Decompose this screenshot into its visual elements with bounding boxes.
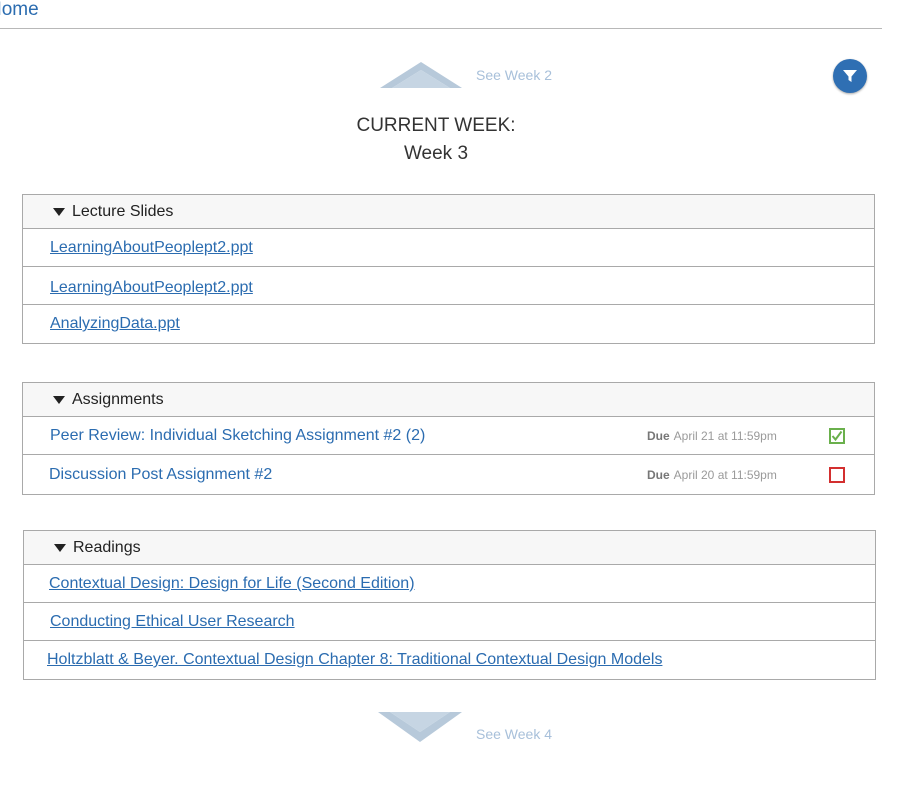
slide-link[interactable]: AnalyzingData.ppt bbox=[50, 315, 180, 333]
list-item: Holtzblatt & Beyer. Contextual Design Ch… bbox=[24, 641, 875, 679]
current-week-name: Week 3 bbox=[403, 143, 469, 164]
assignment-link[interactable]: Peer Review: Individual Sketching Assign… bbox=[50, 427, 425, 445]
lecture-slides-header[interactable]: Lecture Slides bbox=[23, 195, 874, 229]
assignment-link[interactable]: Discussion Post Assignment #2 bbox=[49, 466, 272, 484]
due-date: Due April 21 at 11:59pm bbox=[647, 429, 777, 443]
top-divider bbox=[0, 28, 882, 29]
assignments-section: Assignments Peer Review: Individual Sket… bbox=[22, 382, 875, 495]
due-prefix: Due bbox=[647, 429, 670, 443]
course-week-page: Home See Week 2 CURRENT WEEK: Week 3 Lec… bbox=[0, 0, 906, 804]
list-item: Conducting Ethical User Research bbox=[24, 603, 875, 641]
lecture-slides-section: Lecture Slides LearningAboutPeoplept2.pp… bbox=[22, 194, 875, 344]
triangle-down-icon bbox=[53, 395, 65, 404]
next-week-button[interactable]: See Week 4 bbox=[378, 710, 552, 744]
slide-link[interactable]: LearningAboutPeoplept2.ppt bbox=[50, 239, 253, 257]
slide-link[interactable]: LearningAboutPeoplept2.ppt bbox=[50, 279, 253, 297]
checkbox-checked-icon bbox=[831, 430, 843, 442]
readings-header[interactable]: Readings bbox=[24, 531, 875, 565]
assignment-row: Peer Review: Individual Sketching Assign… bbox=[23, 417, 874, 455]
assignment-row: Discussion Post Assignment #2 Due April 2… bbox=[23, 455, 874, 494]
completed-checkbox[interactable] bbox=[829, 428, 845, 444]
readings-title: Readings bbox=[73, 538, 141, 556]
due-date: Due April 20 at 11:59pm bbox=[647, 468, 777, 482]
prev-week-label: See Week 2 bbox=[476, 67, 553, 83]
list-item: LearningAboutPeoplept2.ppt bbox=[23, 267, 874, 305]
chevron-up-icon bbox=[380, 62, 462, 88]
current-week-heading: CURRENT WEEK: bbox=[356, 115, 516, 136]
assignments-title: Assignments bbox=[72, 390, 164, 408]
lecture-slides-title: Lecture Slides bbox=[72, 202, 174, 220]
incomplete-checkbox[interactable] bbox=[829, 467, 845, 483]
list-item: LearningAboutPeoplept2.ppt bbox=[23, 229, 874, 267]
reading-link[interactable]: Holtzblatt & Beyer. Contextual Design Ch… bbox=[47, 651, 662, 669]
list-item: AnalyzingData.ppt bbox=[23, 305, 874, 343]
readings-section: Readings Contextual Design: Design for L… bbox=[23, 530, 876, 680]
prev-week-button[interactable]: See Week 2 bbox=[380, 60, 552, 90]
reading-link[interactable]: Contextual Design: Design for Life (Seco… bbox=[49, 575, 415, 593]
filter-icon bbox=[843, 70, 857, 82]
list-item: Contextual Design: Design for Life (Seco… bbox=[24, 565, 875, 603]
due-prefix: Due bbox=[647, 468, 670, 482]
filter-button[interactable] bbox=[833, 59, 867, 93]
reading-link[interactable]: Conducting Ethical User Research bbox=[50, 613, 295, 631]
due-text: April 20 at 11:59pm bbox=[673, 468, 777, 482]
chevron-down-icon bbox=[378, 712, 462, 742]
assignments-header[interactable]: Assignments bbox=[23, 383, 874, 417]
triangle-down-icon bbox=[54, 543, 66, 552]
triangle-down-icon bbox=[53, 207, 65, 216]
due-text: April 21 at 11:59pm bbox=[673, 429, 777, 443]
next-week-label: See Week 4 bbox=[476, 726, 553, 742]
home-link[interactable]: Home bbox=[0, 0, 39, 21]
